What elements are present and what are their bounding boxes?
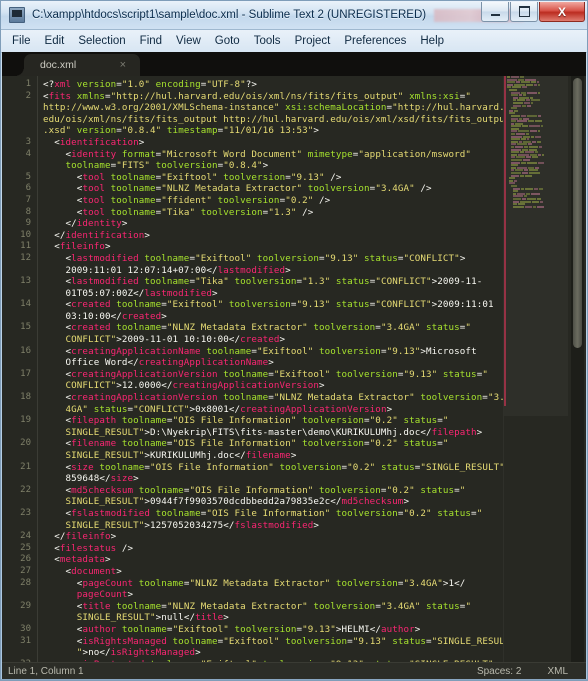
line-number-wrap: . — [2, 334, 37, 346]
status-bar: Line 1, Column 1 Spaces: 2 XML — [2, 662, 586, 679]
sublime-text-window: C:\xampp\htdocs\script1\sample\doc.xml -… — [0, 0, 588, 681]
line-number-gutter: 12...34.56789101112.13.14.15.16.17.18.19… — [2, 76, 38, 663]
menu-item-preferences[interactable]: Preferences — [337, 33, 413, 49]
line-number: 17 — [20, 368, 31, 379]
line-number-wrap: . — [2, 160, 37, 172]
line-number: 11 — [20, 241, 31, 252]
line-number: 16 — [20, 345, 31, 356]
line-number: 1 — [25, 79, 31, 89]
line-number-wrap: . — [2, 427, 37, 439]
line-number-wrap: . — [2, 450, 37, 462]
menu-item-tools[interactable]: Tools — [247, 33, 288, 49]
line-number: 6 — [25, 183, 31, 194]
tab-bar: doc.xml × — [2, 52, 586, 76]
maximize-icon — [518, 6, 530, 17]
editor-area: doc.xml × 12...34.56789101112.13.14.15.1… — [2, 52, 586, 663]
line-number: 14 — [20, 299, 31, 310]
line-number: 31 — [20, 635, 31, 646]
window-bottom-border — [1, 679, 587, 680]
line-number: 4 — [25, 148, 31, 159]
line-number: 2 — [25, 90, 31, 101]
line-number: 28 — [20, 577, 31, 588]
line-number: 12 — [20, 252, 31, 263]
line-number: 15 — [20, 322, 31, 333]
cursor-position: Line 1, Column 1 — [8, 665, 84, 677]
line-number: 7 — [25, 194, 31, 205]
line-number-wrap: . — [2, 520, 37, 532]
menu-item-goto[interactable]: Goto — [208, 33, 247, 49]
line-number-wrap: . — [2, 404, 37, 416]
menu-item-help[interactable]: Help — [413, 33, 451, 49]
line-number: 26 — [20, 554, 31, 565]
menu-item-project[interactable]: Project — [288, 33, 338, 49]
line-number: 29 — [20, 600, 31, 611]
line-number-wrap: . — [2, 114, 37, 126]
line-number: 19 — [20, 415, 31, 426]
line-number: 25 — [20, 542, 31, 553]
tab-doc-xml[interactable]: doc.xml × — [15, 54, 140, 76]
line-number-wrap: . — [2, 311, 37, 323]
menu-bar: File Edit Selection Find View Goto Tools… — [1, 30, 587, 53]
line-number-wrap: . — [2, 125, 37, 137]
line-number-wrap: . — [2, 265, 37, 277]
window-controls: X — [480, 2, 585, 22]
line-number: 9 — [25, 218, 31, 229]
line-number-wrap: . — [2, 612, 37, 624]
menu-item-file[interactable]: File — [5, 33, 38, 49]
syntax-setting[interactable]: XML — [547, 666, 568, 677]
line-number: 30 — [20, 623, 31, 634]
sublime-text-icon — [9, 7, 25, 23]
vertical-scrollbar[interactable] — [571, 76, 584, 663]
line-number: 18 — [20, 392, 31, 403]
maximize-button[interactable] — [510, 2, 538, 22]
line-number: 13 — [20, 276, 31, 287]
line-number: 20 — [20, 438, 31, 449]
tab-label: doc.xml — [40, 59, 77, 71]
line-number: 22 — [20, 484, 31, 495]
line-number: 10 — [20, 229, 31, 240]
line-number-wrap: . — [2, 288, 37, 300]
code-view[interactable]: 12...34.56789101112.13.14.15.16.17.18.19… — [2, 76, 586, 663]
line-number-wrap: . — [2, 380, 37, 392]
line-number-wrap: . — [2, 102, 37, 114]
menu-item-find[interactable]: Find — [133, 33, 169, 49]
line-number: 3 — [25, 136, 31, 147]
line-number: 24 — [20, 531, 31, 542]
line-number-wrap: . — [2, 647, 37, 659]
window-title: C:\xampp\htdocs\script1\sample\doc.xml -… — [32, 9, 427, 21]
line-number-wrap: . — [2, 357, 37, 369]
line-number-wrap: . — [2, 473, 37, 485]
minimize-icon — [490, 13, 500, 16]
line-number: 8 — [25, 206, 31, 217]
indent-setting[interactable]: Spaces: 2 — [477, 666, 521, 677]
minimize-button[interactable] — [481, 2, 509, 22]
line-number: 23 — [20, 507, 31, 518]
status-right-group: Spaces: 2 XML — [477, 666, 586, 677]
line-number: 5 — [25, 171, 31, 182]
close-button[interactable]: X — [539, 2, 585, 22]
menu-item-view[interactable]: View — [169, 33, 208, 49]
line-number-wrap: . — [2, 589, 37, 601]
line-number: 21 — [20, 461, 31, 472]
close-icon[interactable]: × — [120, 59, 126, 71]
title-bar: C:\xampp\htdocs\script1\sample\doc.xml -… — [1, 1, 587, 30]
menu-item-edit[interactable]: Edit — [38, 33, 72, 49]
scrollbar-thumb[interactable] — [573, 78, 582, 348]
minimap[interactable] — [503, 76, 568, 663]
menu-item-selection[interactable]: Selection — [71, 33, 132, 49]
line-number: 27 — [20, 565, 31, 576]
line-number-wrap: . — [2, 496, 37, 508]
